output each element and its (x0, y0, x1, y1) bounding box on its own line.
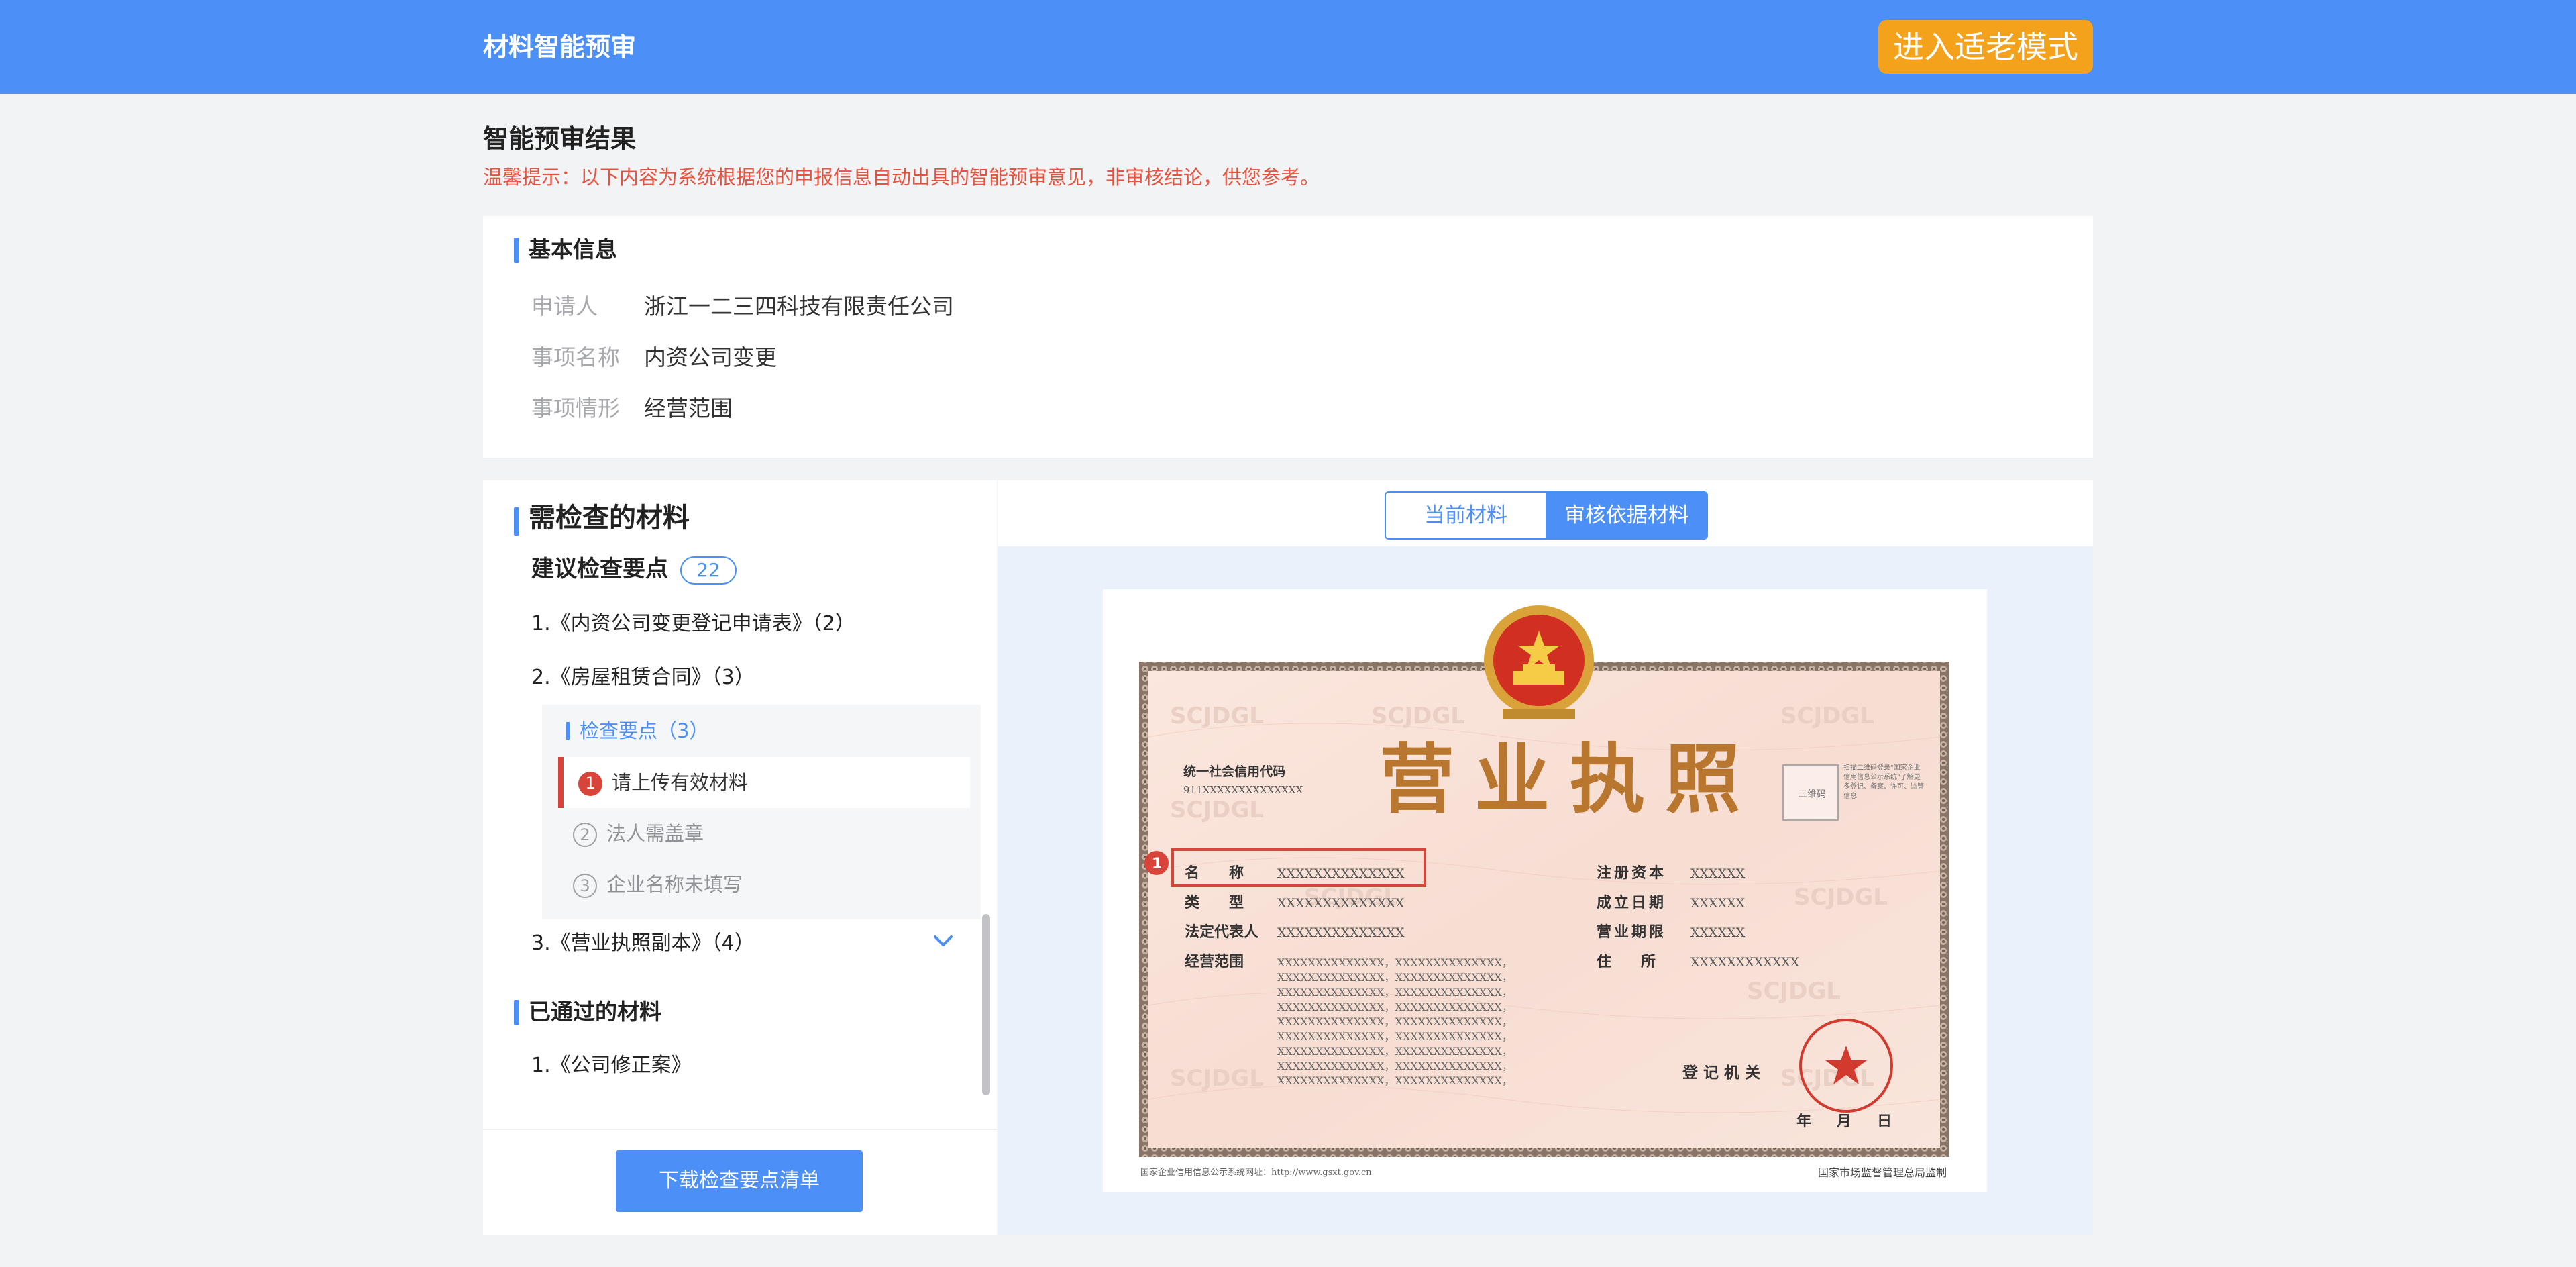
svg-text:SCJDGL: SCJDGL (1371, 703, 1465, 729)
materials-footer: 下载检查要点清单 (483, 1129, 997, 1235)
tab-current-material[interactable]: 当前材料 (1385, 491, 1547, 540)
svg-text:SCJDGL: SCJDGL (1747, 978, 1841, 1005)
check-point-number: 1 (578, 772, 602, 796)
svg-text:XXXXXXXXXXXXXX，XXXXXXXXXXXXXX，: XXXXXXXXXXXXXX，XXXXXXXXXXXXXX， (1277, 986, 1513, 999)
basic-info-title: 基本信息 (514, 235, 617, 264)
info-label: 事项名称 (531, 344, 620, 370)
info-row-item-name: 事项名称 内资公司变更 (531, 342, 777, 373)
scope-label: 经营范围 (1185, 953, 1244, 970)
field-value: XXXXXXXXXXXXXX (1277, 896, 1405, 911)
material-item[interactable]: 3.《营业执照副本》（4） (531, 929, 755, 958)
passed-material-item[interactable]: 1.《公司修正案》 (531, 1051, 692, 1080)
field-value: XXXXXXXXXXXX (1690, 955, 1800, 970)
check-point-number: 2 (573, 823, 597, 847)
check-point-label: 请上传有效材料 (612, 771, 749, 794)
date-year: 年 (1796, 1113, 1811, 1130)
materials-to-check-title: 需检查的材料 (514, 503, 690, 536)
info-row-applicant: 申请人 浙江一二三四科技有限责任公司 (531, 291, 954, 322)
svg-text:XXXXXXXXXXXXXX，XXXXXXXXXXXXXX，: XXXXXXXXXXXXXX，XXXXXXXXXXXXXX， (1277, 1060, 1513, 1072)
issue-marker-number: 1 (1152, 856, 1162, 872)
svg-text:XXXXXXXXXXXXXX，XXXXXXXXXXXXXX，: XXXXXXXXXXXXXX，XXXXXXXXXXXXXX， (1277, 1030, 1513, 1043)
svg-text:XXXXXXXXXXXXXX，XXXXXXXXXXXXXX，: XXXXXXXXXXXXXX，XXXXXXXXXXXXXX， (1277, 1074, 1513, 1087)
basic-info-card: 基本信息 申请人 浙江一二三四科技有限责任公司 事项名称 内资公司变更 事项情形 经营… (483, 216, 2093, 458)
license-footer-left: 国家企业信用信息公示系统网址：http://www.gsxt.gov.cn (1140, 1168, 1372, 1178)
credit-code-value: 911XXXXXXXXXXXXXX (1183, 784, 1303, 796)
viewer-tab-bar: 当前材料 审核依据材料 (998, 480, 2093, 546)
svg-text:XXXXXXXXXXXXXX，XXXXXXXXXXXXXX，: XXXXXXXXXXXXXX，XXXXXXXXXXXXXX， (1277, 956, 1513, 969)
material-item[interactable]: 1.《内资公司变更登记申请表》（2） (531, 609, 855, 639)
materials-panel: 需检查的材料 建议检查要点 22 1.《内资公司变更登记申请表》（2） 2.《房屋… (483, 480, 997, 1235)
check-points-title: 检查要点（3） (566, 717, 708, 745)
credit-code-label: 统一社会信用代码 (1183, 764, 1285, 779)
tab-basis-material[interactable]: 审核依据材料 (1546, 491, 1708, 540)
svg-text:SCJDGL: SCJDGL (1170, 797, 1264, 823)
svg-text:SCJDGL: SCJDGL (1170, 703, 1264, 729)
business-license-image: SCJDGL SCJDGL SCJDGL SCJDGL SCJDGL SCJDG… (1103, 589, 1987, 1192)
chevron-down-icon[interactable] (930, 927, 957, 954)
info-label: 申请人 (531, 293, 598, 319)
svg-text:SCJDGL: SCJDGL (1780, 703, 1874, 729)
field-label: 名 称 (1185, 864, 1244, 882)
qr-label: 二维码 (1798, 789, 1826, 800)
field-label: 住 所 (1597, 953, 1656, 970)
svg-text:SCJDGL: SCJDGL (1794, 884, 1888, 911)
check-point-item[interactable]: 2 法人需盖章 (558, 808, 970, 859)
suggest-check-label: 建议检查要点 (531, 556, 668, 582)
field-value: XXXXXX (1690, 866, 1746, 881)
download-checklist-button[interactable]: 下载检查要点清单 (616, 1150, 863, 1212)
svg-text:XXXXXXXXXXXXXX，XXXXXXXXXXXXXX，: XXXXXXXXXXXXXX，XXXXXXXXXXXXXX， (1277, 1015, 1513, 1028)
field-value: XXXXXX (1690, 925, 1746, 940)
check-point-item[interactable]: 1 请上传有效材料 (558, 757, 970, 808)
warm-tip: 温馨提示：以下内容为系统根据您的申报信息自动出具的智能预审意见，非审核结论，供您… (483, 166, 1320, 189)
svg-text:XXXXXXXXXXXXXX，XXXXXXXXXXXXXX，: XXXXXXXXXXXXXX，XXXXXXXXXXXXXX， (1277, 1001, 1513, 1013)
field-value: XXXXXXXXXXXXXX (1277, 866, 1405, 881)
page-title: 智能预审结果 (483, 124, 637, 154)
license-svg: SCJDGL SCJDGL SCJDGL SCJDGL SCJDGL SCJDG… (1139, 605, 1949, 1157)
field-label: 类 型 (1185, 895, 1244, 911)
info-label: 事项情形 (531, 395, 620, 421)
svg-text:XXXXXXXXXXXXXX，XXXXXXXXXXXXXX，: XXXXXXXXXXXXXX，XXXXXXXXXXXXXX， (1277, 1045, 1513, 1058)
info-row-item-case: 事项情形 经营范围 (531, 393, 733, 424)
svg-text:XXXXXXXXXXXXXX，XXXXXXXXXXXXXX，: XXXXXXXXXXXXXX，XXXXXXXXXXXXXX， (1277, 971, 1513, 984)
authority-label: 登记机关 (1682, 1064, 1766, 1082)
check-point-label: 法人需盖章 (606, 822, 704, 845)
field-value: XXXXXXXXXXXXXX (1277, 925, 1405, 940)
info-value: 经营范围 (644, 395, 733, 421)
license-footer-right: 国家市场监督管理总局监制 (1817, 1166, 1947, 1179)
scrollbar[interactable] (982, 914, 990, 1095)
materials-scroll-area[interactable]: 需检查的材料 建议检查要点 22 1.《内资公司变更登记申请表》（2） 2.《房屋… (483, 480, 997, 1129)
app-title: 材料智能预审 (483, 32, 637, 62)
check-point-item[interactable]: 3 企业名称未填写 (558, 859, 970, 910)
top-bar: 材料智能预审 进入适老模式 (0, 0, 2576, 94)
field-value: XXXXXX (1690, 896, 1746, 911)
license-title: 营业执照 (1379, 736, 1760, 823)
field-label: 成立日期 (1597, 894, 1666, 911)
date-day: 日 (1877, 1113, 1892, 1130)
svg-text:SCJDGL: SCJDGL (1170, 1065, 1264, 1092)
suggest-check-heading: 建议检查要点 22 (531, 553, 737, 585)
scope-lines: XXXXXXXXXXXXXX，XXXXXXXXXXXXXX， XXXXXXXXX… (1277, 956, 1513, 1087)
info-value: 内资公司变更 (644, 344, 777, 370)
qr-note: 扫描二维码登录"国家企业信用信息公示系统"了解更多登记、备案、许可、监管信息 (1843, 764, 1924, 800)
field-label: 营业期限 (1597, 924, 1666, 941)
material-item[interactable]: 2.《房屋租赁合同》（3） (531, 663, 755, 693)
check-points-box: 检查要点（3） 1 请上传有效材料 2 法人需盖章 3 企业名称未填写 (542, 705, 981, 919)
date-month: 月 (1836, 1113, 1851, 1130)
elder-mode-button[interactable]: 进入适老模式 (1878, 20, 2093, 74)
document-viewer: 当前材料 审核依据材料 SCJDGL SCJDGL SCJDGL SCJDGL … (998, 480, 2093, 1235)
check-point-label: 企业名称未填写 (606, 873, 743, 896)
field-label: 注册资本 (1597, 864, 1666, 882)
passed-materials-title: 已通过的材料 (514, 997, 661, 1027)
suggest-count-badge: 22 (680, 556, 737, 585)
check-point-number: 3 (573, 874, 597, 898)
info-value: 浙江一二三四科技有限责任公司 (644, 293, 954, 319)
field-label: 法定代表人 (1185, 923, 1258, 941)
svg-text:SCJDGL: SCJDGL (1780, 1065, 1874, 1092)
